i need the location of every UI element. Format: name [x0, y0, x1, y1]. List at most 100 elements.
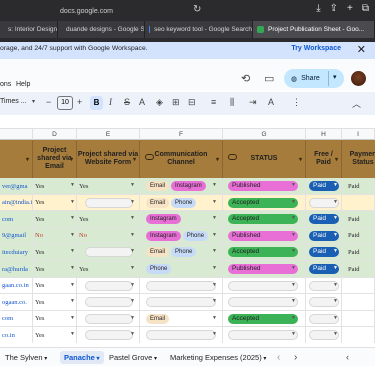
chevron-down-icon[interactable]: ▼: [333, 316, 338, 321]
sheet-tab[interactable]: Marketing Expenses (2025) ▾: [170, 351, 266, 364]
chevron-down-icon[interactable]: ▾: [43, 356, 47, 362]
vertical-align-icon[interactable]: ⫼: [230, 97, 234, 108]
chevron-down-icon[interactable]: ▼: [333, 299, 338, 304]
chevron-down-icon[interactable]: ▾: [152, 356, 157, 362]
history-icon[interactable]: ⟲: [241, 72, 250, 85]
merge-cells-icon[interactable]: ⊟: [188, 97, 196, 108]
chevron-down-icon[interactable]: ▼: [130, 216, 135, 221]
chevron-down-icon[interactable]: ▼: [291, 299, 296, 304]
payment-status-cell[interactable]: [342, 277, 375, 294]
chevron-down-icon[interactable]: ▼: [291, 266, 296, 271]
empty-dropdown[interactable]: [146, 330, 216, 341]
email-cell[interactable]: ra@hurda: [0, 261, 33, 277]
sheet-tab[interactable]: Pastel Grove ▾: [109, 351, 157, 364]
sheet-tab[interactable]: The Sylven ▾: [5, 351, 47, 364]
chevron-down-icon[interactable]: ▾: [262, 356, 266, 362]
free-paid-cell[interactable]: Paid ▼: [306, 211, 342, 228]
browser-tab[interactable]: seo keyword tool - Google Search: [145, 21, 253, 38]
header-cell-shared-website[interactable]: Project shared via Website Form ▾: [77, 140, 140, 178]
align-icon[interactable]: ≡: [211, 97, 216, 107]
chevron-down-icon[interactable]: ▼: [70, 299, 75, 304]
browser-tab[interactable]: Project Publication Sheet - Goo...: [253, 21, 375, 38]
chevron-down-icon[interactable]: ▼: [333, 332, 338, 337]
chevron-down-icon[interactable]: ▼: [291, 183, 296, 188]
channel-cell[interactable]: Email Phone ▼: [140, 194, 223, 211]
chevron-down-icon[interactable]: ▼: [333, 266, 338, 271]
channel-cell[interactable]: Email Phone ▼: [140, 244, 223, 261]
header-cell-free-paid[interactable]: Free / Paid ▾: [306, 140, 342, 178]
chevron-down-icon[interactable]: ▼: [70, 283, 75, 288]
bold-button[interactable]: B: [90, 96, 103, 110]
filter-icon[interactable]: ▾: [70, 156, 73, 164]
chevron-down-icon[interactable]: ▼: [130, 332, 135, 337]
empty-dropdown[interactable]: [85, 313, 133, 324]
shared-email-cell[interactable]: Yes ▼: [33, 294, 77, 311]
shared-website-cell[interactable]: ▼: [77, 310, 140, 327]
channel-cell[interactable]: Email ▼: [140, 310, 223, 327]
chevron-down-icon[interactable]: ▼: [212, 316, 217, 321]
chevron-down-icon[interactable]: ▼: [291, 316, 296, 321]
status-cell[interactable]: Published ▼: [223, 178, 306, 194]
free-paid-cell[interactable]: ▼: [306, 327, 342, 343]
shared-email-cell[interactable]: Yes ▼: [33, 277, 77, 294]
email-cell[interactable]: itecduiary: [0, 244, 33, 261]
chevron-down-icon[interactable]: ▾: [333, 73, 337, 81]
column-header-h[interactable]: H: [306, 129, 342, 140]
chevron-down-icon[interactable]: ▼: [333, 233, 338, 238]
chevron-down-icon[interactable]: ▼: [212, 200, 217, 205]
payment-status-cell[interactable]: Paid: [342, 227, 375, 244]
reload-icon[interactable]: ↻: [193, 4, 201, 15]
chevron-down-icon[interactable]: ▼: [130, 283, 135, 288]
free-paid-cell[interactable]: ▼: [306, 310, 342, 327]
chevron-down-icon[interactable]: ▼: [70, 316, 75, 321]
chevron-down-icon[interactable]: ▼: [130, 233, 135, 238]
address-bar[interactable]: docs.google.com ↻: [10, 4, 205, 19]
chevron-down-icon[interactable]: ▼: [291, 200, 296, 205]
chevron-down-icon[interactable]: ▼: [130, 299, 135, 304]
chevron-down-icon[interactable]: ▼: [70, 266, 75, 271]
close-icon[interactable]: ✕: [357, 43, 366, 56]
shared-website-cell[interactable]: Yes ▼: [77, 261, 140, 277]
channel-cell[interactable]: Phone ▼: [140, 261, 223, 277]
status-cell[interactable]: Accepted ▼: [223, 211, 306, 228]
empty-dropdown[interactable]: [85, 197, 133, 208]
filter-icon[interactable]: ▾: [26, 156, 29, 164]
sheet-tab[interactable]: Panache ▾: [60, 351, 104, 364]
email-cell[interactable]: 9@gmail: [0, 227, 33, 244]
increase-font-icon[interactable]: +: [77, 97, 82, 107]
chevron-down-icon[interactable]: ▼: [333, 249, 338, 254]
shared-email-cell[interactable]: Yes ▼: [33, 327, 77, 343]
chevron-down-icon[interactable]: ▼: [70, 216, 75, 221]
free-paid-cell[interactable]: Paid ▼: [306, 178, 342, 194]
email-cell[interactable]: ogaan.co.: [0, 294, 33, 311]
column-header-d[interactable]: D: [33, 129, 77, 140]
email-cell[interactable]: ver@gma: [0, 178, 33, 194]
chevron-down-icon[interactable]: ▼: [291, 249, 296, 254]
channel-cell[interactable]: ▼: [140, 327, 223, 343]
shared-email-cell[interactable]: Yes ▼: [33, 261, 77, 277]
italic-button[interactable]: I: [109, 97, 112, 107]
chevron-down-icon[interactable]: ▼: [130, 200, 135, 205]
chevron-down-icon[interactable]: ▼: [333, 183, 338, 188]
download-icon[interactable]: ⤓: [316, 3, 320, 14]
collapse-toolbar-icon[interactable]: ︿: [352, 97, 361, 110]
chevron-down-icon[interactable]: ▼: [70, 332, 75, 337]
shared-email-cell[interactable]: Yes ▼: [33, 211, 77, 228]
empty-dropdown[interactable]: [146, 297, 216, 308]
chevron-down-icon[interactable]: ▼: [130, 316, 135, 321]
chevron-down-icon[interactable]: ▼: [333, 216, 338, 221]
chevron-down-icon[interactable]: ▼: [130, 183, 135, 188]
email-cell[interactable]: ain@india.in: [0, 194, 33, 211]
share-button[interactable]: ◍ Share ▾: [284, 69, 344, 88]
shared-website-cell[interactable]: ▼: [77, 294, 140, 311]
free-paid-cell[interactable]: ▼: [306, 294, 342, 311]
shared-email-cell[interactable]: Yes ▼: [33, 244, 77, 261]
chevron-down-icon[interactable]: ▼: [212, 249, 217, 254]
payment-status-cell[interactable]: [342, 310, 375, 327]
channel-cell[interactable]: Email Instagram ▼: [140, 178, 223, 194]
payment-status-cell[interactable]: [342, 327, 375, 343]
chevron-down-icon[interactable]: ▼: [333, 283, 338, 288]
status-cell[interactable]: Published ▼: [223, 261, 306, 277]
chevron-down-icon[interactable]: ▼: [291, 216, 296, 221]
empty-dropdown[interactable]: [85, 247, 133, 258]
